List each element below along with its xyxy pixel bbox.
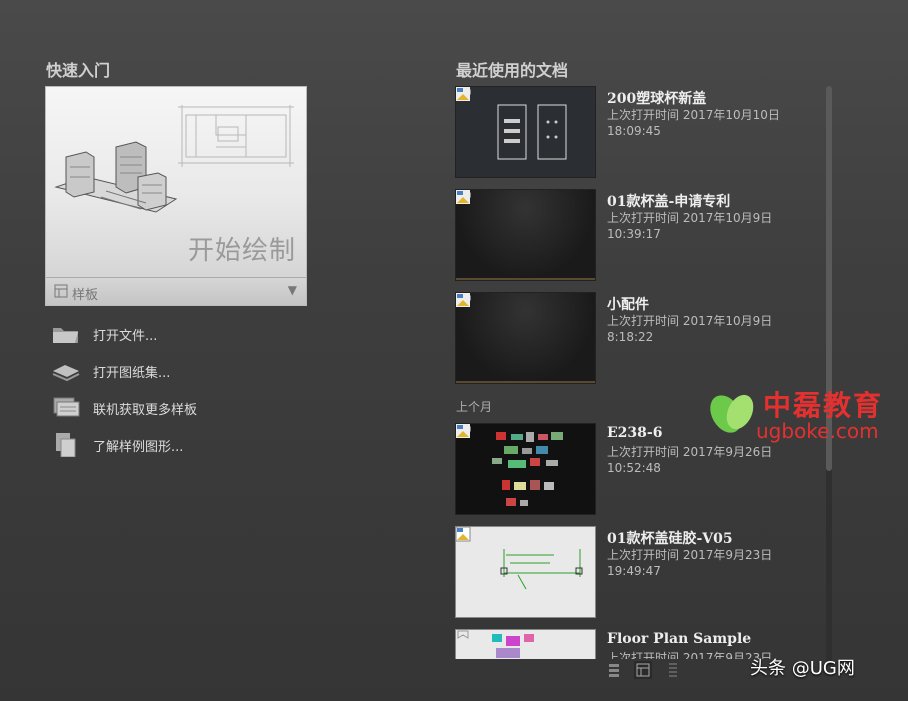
group-header-last-month: 上个月 xyxy=(456,400,493,414)
doc-name: 小配件 xyxy=(607,297,649,313)
start-drawing-tile[interactable]: 开始绘制 样板 ▼ xyxy=(45,86,307,306)
sheet-set-icon xyxy=(52,365,80,382)
doc-thumbnail xyxy=(455,189,596,281)
doc-name: Floor Plan Sample xyxy=(607,631,752,647)
doc-thumbnail xyxy=(455,292,596,384)
sample-drawings-label: 了解样例图形... xyxy=(93,440,184,455)
dwg-file-icon xyxy=(456,527,471,542)
template-selector[interactable]: 样板 ▼ xyxy=(46,277,306,305)
pin-icon[interactable] xyxy=(456,630,472,640)
dwg-file-icon xyxy=(456,293,470,307)
dwg-file-icon xyxy=(456,190,470,204)
open-file-label: 打开文件... xyxy=(93,329,158,344)
doc-name: 01款杯盖硅胶-V05 xyxy=(607,531,733,547)
list-view-icon[interactable] xyxy=(606,661,624,679)
open-sheet-set-label: 打开图纸集... xyxy=(93,366,171,381)
doc-thumbnail xyxy=(455,629,596,659)
doc-name: E238-6 xyxy=(607,425,663,441)
doc-name: 01款杯盖-申请专利 xyxy=(607,194,731,210)
watermark-credit: 头条 @UG网 xyxy=(750,658,855,679)
doc-last-opened: 上次打开时间 2017年10月9日 10:39:17 xyxy=(607,211,773,241)
doc-thumbnail xyxy=(455,526,596,618)
doc-last-opened: 上次打开时间 2017年9月26日 10:52:48 xyxy=(607,445,773,475)
doc-name: 200塑球杯新盖 xyxy=(607,91,707,107)
doc-thumbnail xyxy=(455,86,596,178)
recent-doc-item[interactable]: 01款杯盖硅胶-V05 上次打开时间 2017年9月23日 19:49:47 xyxy=(455,526,825,619)
doc-last-opened: 上次打开时间 2017年10月9日 8:18:22 xyxy=(607,314,773,344)
recent-doc-item[interactable]: 200塑球杯新盖 上次打开时间 2017年10月10日 18:09:45 xyxy=(455,86,825,179)
template-icon xyxy=(54,284,68,298)
open-file-link[interactable]: 打开文件... xyxy=(50,320,270,346)
doc-thumbnail xyxy=(455,423,596,515)
detail-view-icon[interactable] xyxy=(664,661,682,679)
watermark-name: 中磊教育 xyxy=(763,389,884,422)
thumbnail-view-icon[interactable] xyxy=(634,661,652,679)
online-templates-icon xyxy=(53,397,80,417)
sample-drawings-icon xyxy=(56,433,76,457)
online-templates-label: 联机获取更多样板 xyxy=(93,403,198,418)
recent-documents-title: 最近使用的文档 xyxy=(456,61,569,80)
doc-last-opened: 上次打开时间 2017年9月23日 19:49:47 xyxy=(607,548,773,578)
recent-doc-item[interactable]: 小配件 上次打开时间 2017年10月9日 8:18:22 xyxy=(455,292,825,385)
template-label: 样板 xyxy=(72,288,99,303)
watermark-logo-icon xyxy=(710,394,754,433)
folder-icon xyxy=(53,328,78,343)
sample-drawings-link[interactable]: 了解样例图形... xyxy=(50,431,270,457)
recent-list-scrollbar[interactable] xyxy=(826,86,832,666)
recent-doc-item[interactable]: 01款杯盖-申请专利 上次打开时间 2017年10月9日 10:39:17 xyxy=(455,189,825,282)
online-templates-link[interactable]: 联机获取更多样板 xyxy=(50,394,270,420)
watermark-domain: ugboke.com xyxy=(756,419,879,443)
doc-last-opened: 上次打开时间 2017年10月10日 18:09:45 xyxy=(607,108,780,138)
chevron-down-icon[interactable]: ▼ xyxy=(288,283,297,297)
dwg-file-icon xyxy=(456,87,470,101)
start-drawing-label: 开始绘制 xyxy=(187,236,296,266)
quick-start-title: 快速入门 xyxy=(46,61,111,80)
open-sheet-set-link[interactable]: 打开图纸集... xyxy=(50,357,270,383)
dwg-file-icon xyxy=(456,424,470,438)
